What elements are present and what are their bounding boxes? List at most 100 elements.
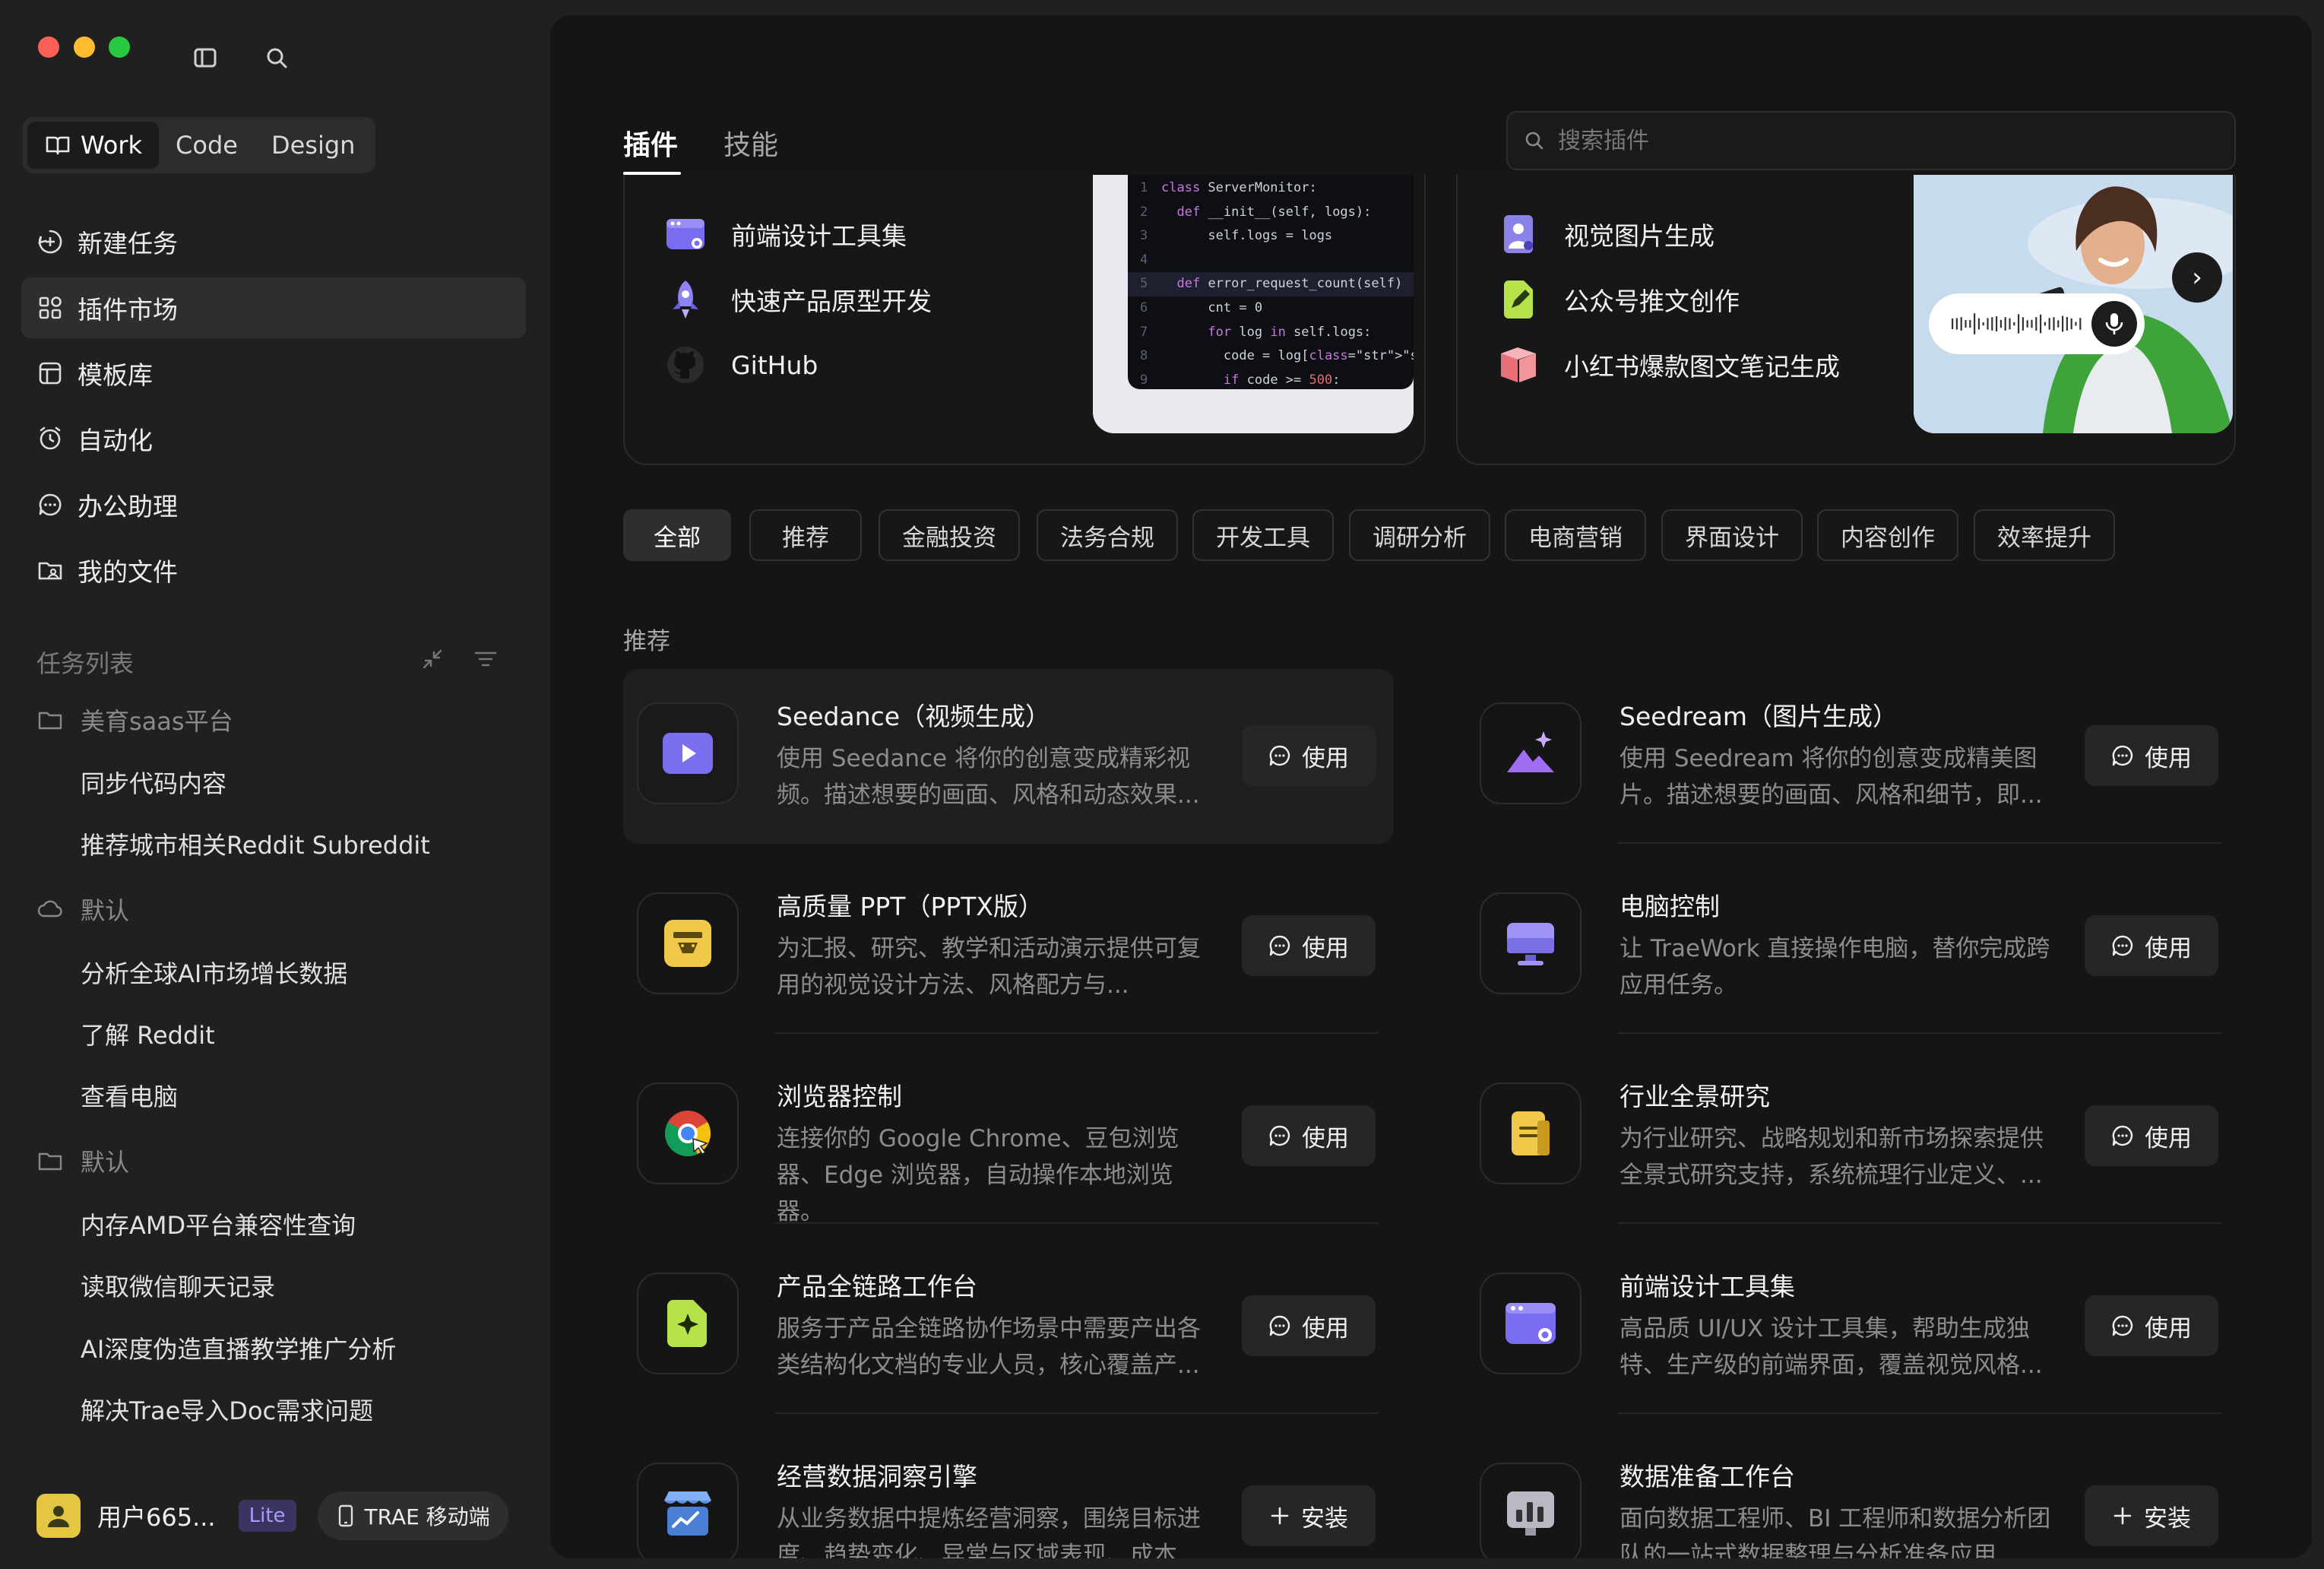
banner-item[interactable]: 小红书爆款图文笔记生成 [1497,344,1840,386]
tab-skills[interactable]: 技能 [723,123,778,163]
featured-banner-dev[interactable]: 前端设计工具集 快速产品原型开发 GitHub 1 class ServerMon… [623,175,1426,465]
install-button[interactable]: 安装 [1242,1485,1376,1546]
plugin-card[interactable]: 浏览器控制连接你的 Google Chrome、豆包浏览器、Edge 浏览器，自… [623,1049,1394,1225]
banner-item[interactable]: 前端设计工具集 [664,213,907,255]
task-item[interactable]: 读取微信聊天记录 [81,1268,275,1303]
carousel-next-button[interactable]: › [2172,252,2222,303]
minimize-window-button[interactable] [74,36,95,58]
banner-item[interactable]: 快速产品原型开发 [664,278,932,321]
plugin-title: 高质量 PPT（PPTX版） [777,892,1044,921]
task-group[interactable]: 默认 [36,1143,129,1178]
task-group-name: 美育saas平台 [81,707,233,736]
plugin-card[interactable]: Seedream（图片生成） 使用 Seedream 将你的创意变成精美图片。描述… [1466,669,2237,844]
plugin-description: 让 TraeWork 直接操作电脑，替你完成跨应用任务。 [1620,935,2050,999]
nav-my-files[interactable]: 我的文件 [21,540,526,601]
plugin-card[interactable]: 产品全链路工作台 服务于产品全链路协作场景中需要产出各类结构化文档的专业人员，核心… [623,1239,1394,1414]
banner-item-label: 小红书爆款图文笔记生成 [1564,352,1840,382]
nav-office-assistant[interactable]: 办公助理 [21,474,526,535]
use-button[interactable]: 使用 [1242,1105,1376,1166]
task-item[interactable]: 了解 Reddit [81,1016,215,1051]
search-input[interactable] [1558,127,2227,154]
use-button[interactable]: 使用 [1242,725,1376,786]
use-button[interactable]: 使用 [2085,1105,2218,1166]
chevron-right-icon: › [2192,262,2202,293]
use-button[interactable]: 使用 [2085,915,2218,976]
mode-design-button[interactable]: Design [255,122,372,169]
plugin-card[interactable]: 高质量 PPT（PPTX版） 为汇报、研究、教学和活动演示提供可复用的视觉设计方法… [623,859,1394,1034]
use-button[interactable]: 使用 [2085,725,2218,786]
banner-item[interactable]: 视觉图片生成 [1497,213,1715,255]
task-item[interactable]: AI深度伪造直播教学推广分析 [81,1330,396,1365]
task-item[interactable]: 解决Trae导入Doc需求问题 [81,1392,373,1427]
task-item[interactable]: 分析全球AI市场增长数据 [81,955,347,990]
code-line: 8 code = log[class="str">"status_cod [1140,348,1414,364]
plugin-card[interactable]: 行业全景研究 为行业研究、战略规划和新市场探索提供全景式研究支持，系统梳理行业定义… [1466,1049,2237,1224]
plugin-title: 浏览器控制 [777,1082,902,1111]
plugin-description: 使用 Seedream 将你的创意变成精美图片。描述想要的画面、风格和细节，即.… [1620,745,2043,809]
install-button[interactable]: 安装 [2085,1485,2218,1546]
plugin-card[interactable]: 数据准备工作台面向数据工程师、BI 工程师和数据分析团队的一站式数据整理与分析准… [1466,1429,2237,1558]
plugin-description: 为行业研究、战略规划和新市场探索提供全景式研究支持，系统梳理行业定义、... [1620,1125,2044,1189]
chip-productivity[interactable]: 效率提升 [1974,509,2115,561]
task-item[interactable]: 推荐城市相关Reddit Subreddit [81,826,430,861]
chip-ecommerce[interactable]: 电商营销 [1505,509,1646,561]
nav-new-task[interactable]: 新建任务 [21,211,526,272]
trae-mobile-button[interactable]: TRAE 移动端 [317,1491,508,1540]
plugin-title: 经营数据洞察引擎 [777,1462,977,1491]
plugin-title: 数据准备工作台 [1620,1462,1795,1491]
featured-banner-content[interactable]: 视觉图片生成 公众号推文创作 小红书爆款图文笔记生成 › [1456,175,2236,465]
divider [775,1222,1379,1224]
nav-label: 办公助理 [78,492,178,521]
plugin-description: 面向数据工程师、BI 工程师和数据分析团队的一站式数据整理与分析准备应用... [1620,1505,2051,1558]
avatar[interactable] [36,1494,81,1538]
close-window-button[interactable] [38,36,59,58]
banner-item[interactable]: GitHub [664,344,818,386]
chip-legal[interactable]: 法务合规 [1037,509,1178,561]
action-label: 使用 [2145,1314,2192,1342]
mountain-image-icon [1480,702,1582,804]
use-button[interactable]: 使用 [1242,1295,1376,1356]
banner-item[interactable]: 公众号推文创作 [1497,278,1740,321]
nav-plugin-market[interactable]: 插件市场 [21,277,526,338]
plugin-title: Seedream（图片生成） [1620,702,1898,731]
mode-code-button[interactable]: Code [159,122,255,169]
tab-plugins[interactable]: 插件 [623,123,678,163]
nav-template-library[interactable]: 模板库 [21,343,526,404]
user-bar: 用户665... Lite TRAE 移动端 [36,1491,508,1540]
maximize-window-button[interactable] [109,36,130,58]
use-button[interactable]: 使用 [1242,915,1376,976]
chip-dev-tools[interactable]: 开发工具 [1192,509,1334,561]
plugin-card[interactable]: 前端设计工具集 高品质 UI/UX 设计工具集，帮助生成独特、生产级的前端界面，覆… [1466,1239,2237,1414]
chat-icon [1269,1315,1290,1336]
task-item[interactable]: 内存AMD平台兼容性查询 [81,1206,356,1241]
plugin-card[interactable]: 电脑控制让 TraeWork 直接操作电脑，替你完成跨应用任务。 使用 [1466,859,2237,1034]
mode-work-button[interactable]: Work [27,122,160,169]
user-name[interactable]: 用户665... [97,1498,216,1533]
task-item[interactable]: 查看电脑 [81,1078,178,1113]
use-button[interactable]: 使用 [2085,1295,2218,1356]
book-icon [46,136,70,155]
divider [1618,842,2221,844]
plugin-description: 连接你的 Google Chrome、豆包浏览器、Edge 浏览器，自动操作本地… [777,1125,1179,1225]
chip-content[interactable]: 内容创作 [1817,509,1958,561]
nav-automation[interactable]: 自动化 [21,408,526,469]
filter-icon[interactable] [473,646,499,672]
code-line: 3 self.logs = logs [1140,228,1333,244]
plugin-description: 高品质 UI/UX 设计工具集，帮助生成独特、生产级的前端界面，覆盖视觉风格..… [1620,1315,2043,1379]
chip-recommended[interactable]: 推荐 [749,509,862,561]
sidebar-toggle-icon[interactable] [192,44,219,71]
search-icon[interactable] [263,44,290,71]
plugin-search[interactable] [1506,111,2236,170]
task-group[interactable]: 美育saas平台 [36,702,233,737]
chip-all[interactable]: 全部 [623,509,731,561]
task-group[interactable]: 默认 [36,892,129,927]
plugin-card[interactable]: Seedance（视频生成） 使用 Seedance 将你的创意变成精彩视频。描述… [623,669,1394,844]
chip-research[interactable]: 调研分析 [1349,509,1490,561]
tasks-header: 任务列表 [36,649,135,678]
chip-finance[interactable]: 金融投资 [879,509,1020,561]
chip-ui-design[interactable]: 界面设计 [1661,509,1803,561]
plugin-card[interactable]: 经营数据洞察引擎 从业务数据中提炼经营洞察，围绕目标进度、趋势变化、异常与区域表现… [623,1429,1394,1558]
divider [1618,1412,2221,1414]
task-item[interactable]: 同步代码内容 [81,765,226,800]
collapse-icon[interactable] [420,646,445,672]
